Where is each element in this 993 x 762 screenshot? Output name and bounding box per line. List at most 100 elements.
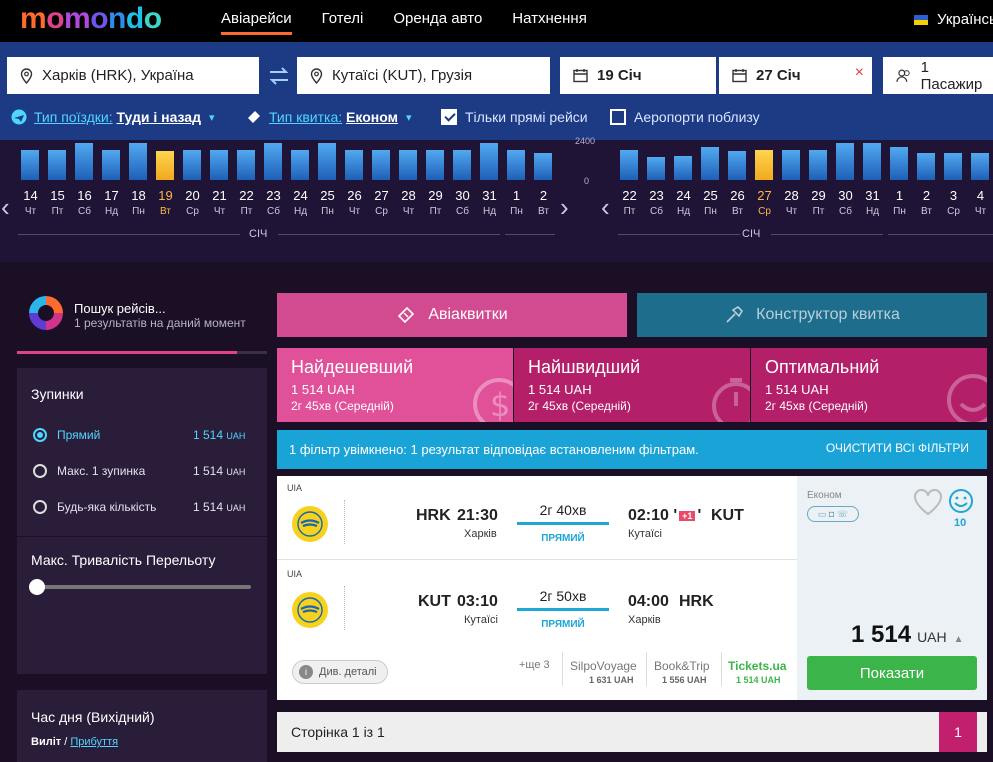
- calendar-day[interactable]: 27: [751, 188, 778, 203]
- sort-optimal[interactable]: Оптимальний 1 514 UAH 2г 45хв (Середній): [751, 348, 987, 422]
- momondo-logo[interactable]: momondo: [20, 4, 162, 34]
- price-bar[interactable]: [863, 143, 881, 180]
- tab-ticket-builder[interactable]: Конструктор квитка: [637, 293, 987, 337]
- calendar-day[interactable]: 14: [17, 188, 44, 203]
- time-arrive-tab[interactable]: Прибуття: [70, 736, 118, 748]
- calendar-day[interactable]: 28: [778, 188, 805, 203]
- passengers-field[interactable]: 1 Пасажир: [883, 57, 993, 94]
- price-bar[interactable]: [318, 143, 336, 180]
- price-bar[interactable]: [755, 150, 773, 180]
- stops-radio-one[interactable]: [33, 464, 47, 478]
- price-bar[interactable]: [836, 143, 854, 180]
- nav-flights[interactable]: Авіарейси: [221, 10, 292, 35]
- price-bar[interactable]: [426, 150, 444, 180]
- calendar-day[interactable]: 27: [368, 188, 395, 203]
- tab-flights[interactable]: Авіаквитки: [277, 293, 627, 337]
- provider-name-booktrip[interactable]: Book&Trip: [654, 659, 710, 673]
- sort-cheapest[interactable]: Найдешевший 1 514 UAH 2г 45хв (Середній)…: [277, 348, 513, 422]
- calendar-day[interactable]: 25: [314, 188, 341, 203]
- price-bar[interactable]: [264, 143, 282, 180]
- price-bar[interactable]: [728, 151, 746, 180]
- heart-icon[interactable]: [913, 488, 943, 516]
- price-bar[interactable]: [75, 143, 93, 180]
- calendar-day[interactable]: 25: [697, 188, 724, 203]
- price-bar[interactable]: [782, 150, 800, 180]
- chevron-left-icon[interactable]: ‹: [1, 192, 10, 223]
- price-bar[interactable]: [809, 150, 827, 180]
- calendar-day[interactable]: 31: [476, 188, 503, 203]
- checkbox-checked[interactable]: [441, 109, 457, 125]
- calendar-day[interactable]: 19: [152, 188, 179, 203]
- stops-label-any[interactable]: Будь-яка кількість: [57, 500, 156, 514]
- language-selector[interactable]: Українськ: [914, 11, 993, 28]
- price-bar[interactable]: [971, 153, 989, 180]
- calendar-day[interactable]: 17: [98, 188, 125, 203]
- calendar-day[interactable]: 16: [71, 188, 98, 203]
- calendar-day[interactable]: 26: [724, 188, 751, 203]
- provider-name-ticketsua[interactable]: Tickets.ua: [728, 659, 786, 673]
- calendar-day[interactable]: 22: [616, 188, 643, 203]
- calendar-day[interactable]: 2: [913, 188, 940, 203]
- time-depart-tab[interactable]: Виліт: [31, 736, 61, 748]
- calendar-day[interactable]: 3: [940, 188, 967, 203]
- price-bar[interactable]: [237, 150, 255, 180]
- price-bar[interactable]: [291, 150, 309, 180]
- calendar-day[interactable]: 23: [260, 188, 287, 203]
- calendar-day[interactable]: 18: [125, 188, 152, 203]
- calendar-day[interactable]: 23: [643, 188, 670, 203]
- price-bar[interactable]: [620, 150, 638, 180]
- chevron-left-icon[interactable]: ‹: [601, 192, 610, 223]
- checkbox-unchecked[interactable]: [610, 109, 626, 125]
- price-bar[interactable]: [917, 153, 935, 180]
- price-bar[interactable]: [21, 150, 39, 180]
- price-bar[interactable]: [890, 147, 908, 180]
- nav-hotels[interactable]: Готелі: [322, 10, 364, 35]
- price-bar[interactable]: [156, 151, 174, 180]
- stops-radio-direct[interactable]: [33, 428, 47, 442]
- calendar-day[interactable]: 22: [233, 188, 260, 203]
- price-bar[interactable]: [183, 150, 201, 180]
- calendar-day[interactable]: 29: [805, 188, 832, 203]
- nav-car-rental[interactable]: Оренда авто: [393, 10, 482, 35]
- clear-return-icon[interactable]: ×: [855, 64, 864, 82]
- calendar-day[interactable]: 1: [886, 188, 913, 203]
- return-date-field[interactable]: 27 Січ ×: [719, 57, 872, 94]
- calendar-day[interactable]: 26: [341, 188, 368, 203]
- ticket-type-dropdown[interactable]: Тип квитка: Економ ▾: [246, 109, 411, 125]
- calendar-day[interactable]: 24: [287, 188, 314, 203]
- price-bar[interactable]: [944, 153, 962, 180]
- price-bar[interactable]: [701, 147, 719, 180]
- stops-radio-any[interactable]: [33, 500, 47, 514]
- calendar-day[interactable]: 15: [44, 188, 71, 203]
- price-bar[interactable]: [129, 143, 147, 180]
- chevron-right-icon[interactable]: ›: [560, 192, 569, 223]
- price-bar[interactable]: [372, 150, 390, 180]
- details-button[interactable]: i Див. деталі: [292, 660, 388, 684]
- page-button-1[interactable]: 1: [939, 712, 977, 752]
- nav-inspiration[interactable]: Натхнення: [512, 10, 587, 35]
- duration-slider-handle[interactable]: [29, 579, 45, 595]
- swap-icon[interactable]: [266, 65, 292, 87]
- duration-slider-track[interactable]: [37, 585, 251, 589]
- destination-field[interactable]: Кутаїсі (KUT), Грузія: [297, 57, 550, 94]
- trip-type-dropdown[interactable]: Тип поїздки: Туди і назад ▾: [11, 109, 215, 125]
- calendar-day[interactable]: 1: [503, 188, 530, 203]
- price-bar[interactable]: [534, 153, 552, 180]
- price-bar[interactable]: [480, 143, 498, 180]
- calendar-day[interactable]: 4: [967, 188, 993, 203]
- calendar-day[interactable]: 30: [832, 188, 859, 203]
- direct-only-checkbox[interactable]: Тільки прямі рейси: [441, 109, 588, 125]
- calendar-day[interactable]: 20: [179, 188, 206, 203]
- calendar-day[interactable]: 2: [530, 188, 557, 203]
- origin-field[interactable]: Харків (HRK), Україна: [7, 57, 259, 94]
- calendar-day[interactable]: 30: [449, 188, 476, 203]
- price-bar[interactable]: [210, 150, 228, 180]
- calendar-day[interactable]: 29: [422, 188, 449, 203]
- depart-date-field[interactable]: 19 Січ: [560, 57, 716, 94]
- price-bar[interactable]: [674, 156, 692, 180]
- price-bar[interactable]: [647, 157, 665, 180]
- result-card[interactable]: UIA HRK 21:30 Харків 2г 40хв ПРЯМИЙ 02:1…: [277, 476, 987, 700]
- more-providers-link[interactable]: +ще 3: [519, 659, 550, 671]
- calendar-day[interactable]: 24: [670, 188, 697, 203]
- price-bar[interactable]: [399, 150, 417, 180]
